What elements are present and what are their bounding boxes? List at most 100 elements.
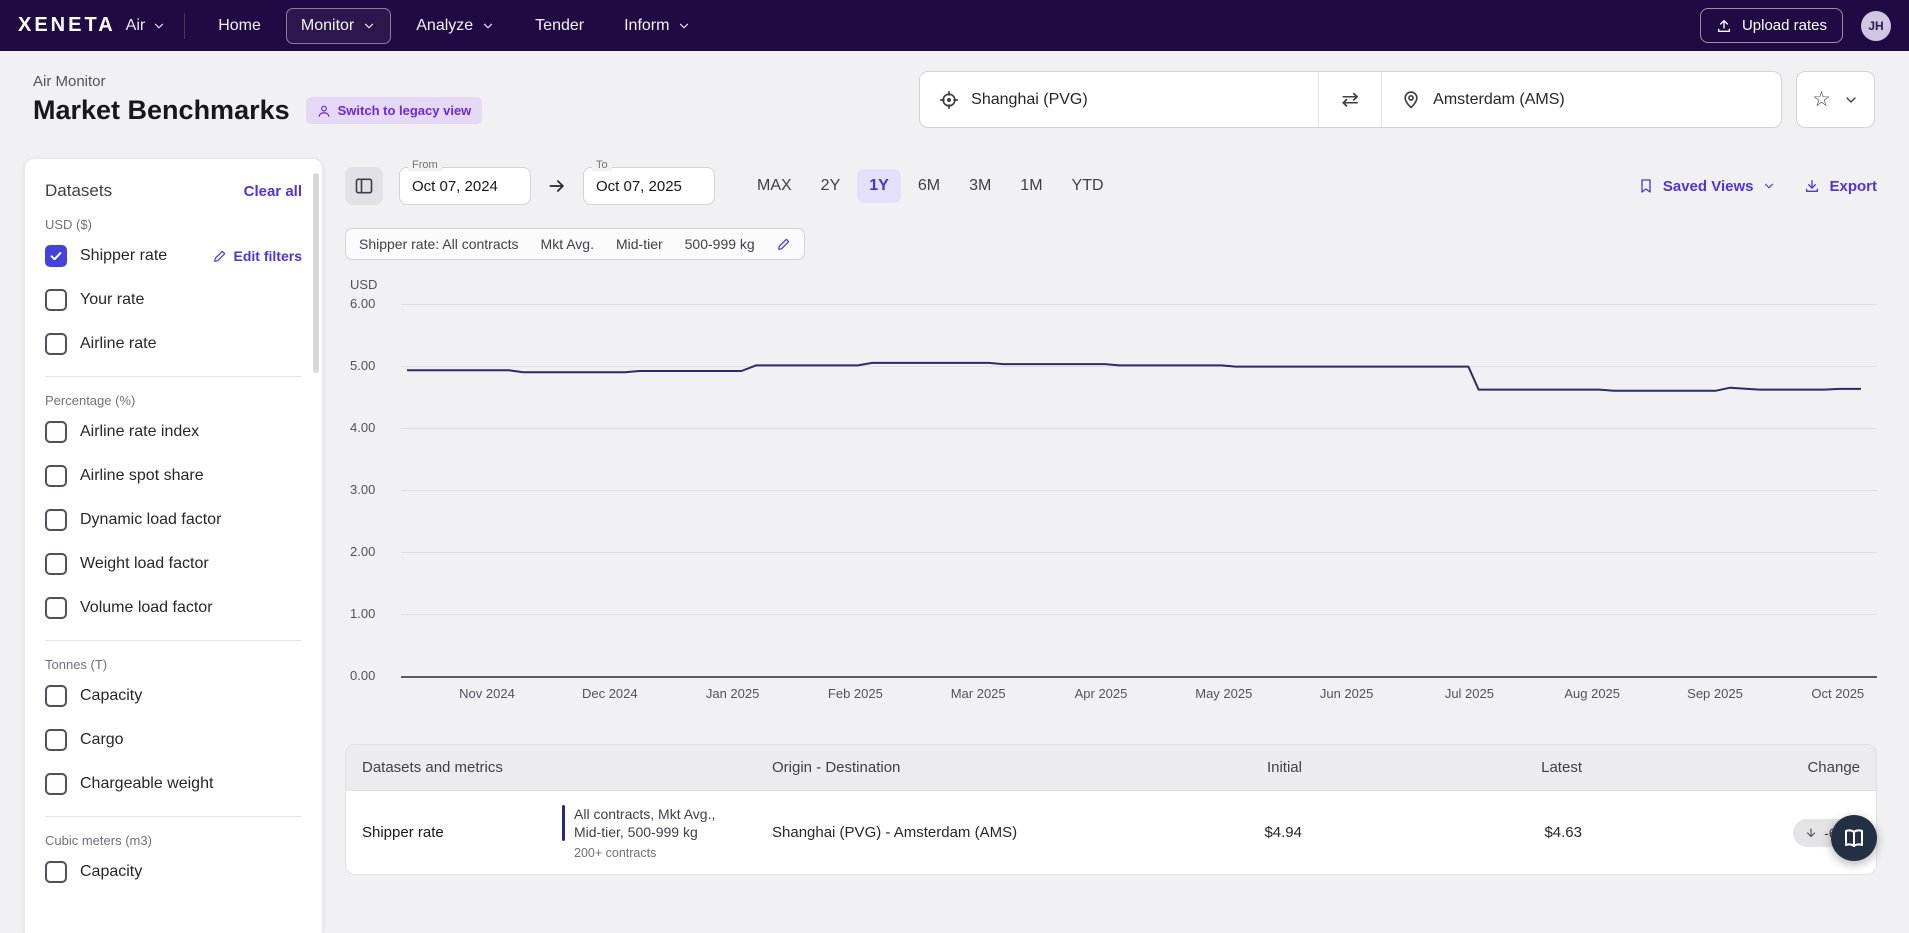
product-switcher[interactable]: Air <box>126 17 167 35</box>
destination-input[interactable]: Amsterdam (AMS) <box>1382 72 1781 127</box>
chevron-down-icon[interactable] <box>1843 92 1859 108</box>
datasets-panel-title: Datasets <box>45 181 113 200</box>
star-icon[interactable]: ☆ <box>1812 89 1831 110</box>
chevron-down-icon <box>481 19 495 33</box>
group-divider <box>45 640 302 641</box>
nav-item-analyze[interactable]: Analyze <box>401 8 510 44</box>
col-header-latest: Latest <box>1541 759 1582 776</box>
page-header: Air Monitor Market Benchmarks Switch to … <box>0 51 1909 158</box>
switch-legacy-view-button[interactable]: Switch to legacy view <box>305 97 483 124</box>
checkbox[interactable] <box>45 421 67 443</box>
range-button-1m[interactable]: 1M <box>1008 169 1054 203</box>
chart-controls: From Oct 07, 2024 To Oct 07, 2025 MAX 2Y 1… <box>345 159 1877 206</box>
dataset-label: Your rate <box>80 291 145 308</box>
panel-left-icon <box>354 176 374 196</box>
nav-item-monitor[interactable]: Monitor <box>285 7 392 44</box>
dataset-checkbox-capacity[interactable]: Capacity <box>45 850 302 894</box>
dataset-checkbox-shipper-rate[interactable]: Shipper rate Edit filters <box>45 234 302 278</box>
active-filter-chip[interactable]: Shipper rate: All contracts Mkt Avg. Mid-… <box>345 228 805 260</box>
upload-rates-button[interactable]: Upload rates <box>1699 8 1843 43</box>
col-header-origin-destination: Origin - Destination <box>772 759 901 776</box>
dataset-checkbox-your-rate[interactable]: Your rate <box>45 278 302 322</box>
dataset-checkbox-airline-rate-index[interactable]: Airline rate index <box>45 410 302 454</box>
y-tick-label: 0.00 <box>350 668 376 683</box>
dataset-checkbox-cargo[interactable]: Cargo <box>45 718 302 762</box>
checkbox[interactable] <box>45 289 67 311</box>
export-button[interactable]: Export <box>1804 178 1877 195</box>
crosshair-location-icon <box>939 90 959 110</box>
dataset-checkbox-dynamic-load-factor[interactable]: Dynamic load factor <box>45 498 302 542</box>
row-change: -6% <box>1582 818 1860 847</box>
checkbox[interactable] <box>45 465 67 487</box>
range-button-max[interactable]: MAX <box>745 169 804 203</box>
nav-item-label: Home <box>218 16 261 34</box>
dataset-group-label-percentage: Percentage (%) <box>45 393 136 408</box>
nav-item-label: Monitor <box>300 16 355 34</box>
range-button-ytd[interactable]: YTD <box>1060 169 1116 203</box>
saved-views-button[interactable]: Saved Views <box>1638 178 1777 195</box>
swap-icon: ⇄ <box>1341 88 1359 111</box>
nav-item-tender[interactable]: Tender <box>520 8 599 44</box>
x-tick-label: Jul 2025 <box>1444 686 1494 701</box>
table-row[interactable]: Shipper rate All contracts, Mkt Avg., Mid-… <box>346 791 1876 874</box>
dataset-checkbox-airline-rate[interactable]: Airline rate <box>45 322 302 366</box>
clear-all-button[interactable]: Clear all <box>244 183 302 200</box>
nav-item-inform[interactable]: Inform <box>609 8 706 44</box>
checkbox[interactable] <box>45 333 67 355</box>
avatar[interactable]: JH <box>1861 10 1891 41</box>
dataset-label: Chargeable weight <box>80 775 214 792</box>
sidebar-scrollbar[interactable] <box>313 173 319 373</box>
date-from-input[interactable]: From Oct 07, 2024 <box>399 159 531 205</box>
x-tick-label: Mar 2025 <box>950 686 1006 701</box>
checkbox[interactable] <box>45 597 67 619</box>
range-button-1y[interactable]: 1Y <box>857 169 901 203</box>
checkbox[interactable] <box>45 509 67 531</box>
book-icon <box>1842 826 1866 850</box>
origin-input[interactable]: Shanghai (PVG) <box>920 72 1320 127</box>
filter-chip-segments: Mkt Avg. Mid-tier 500-999 kg <box>541 236 755 252</box>
checkbox[interactable] <box>45 245 67 267</box>
dataset-group-label-usd: USD ($) <box>45 217 92 232</box>
checkbox[interactable] <box>45 553 67 575</box>
dataset-label: Airline rate <box>80 335 157 352</box>
range-button-3m[interactable]: 3M <box>957 169 1003 203</box>
nav-item-label: Inform <box>624 16 670 34</box>
edit-filters-button[interactable]: Edit filters <box>213 248 302 264</box>
origin-value: Shanghai (PVG) <box>971 90 1088 108</box>
date-to-input[interactable]: To Oct 07, 2025 <box>583 159 715 205</box>
collapse-sidebar-button[interactable] <box>345 167 383 205</box>
range-button-2y[interactable]: 2Y <box>809 169 853 203</box>
help-resources-button[interactable] <box>1831 815 1877 861</box>
filter-chip-label: Shipper rate: All contracts <box>359 236 519 252</box>
dataset-checkbox-capacity[interactable]: Capacity <box>45 674 302 718</box>
x-axis-line <box>401 676 1877 678</box>
dataset-checkbox-volume-load-factor[interactable]: Volume load factor <box>45 586 302 630</box>
metrics-line: Mid-tier, 500-999 kg <box>574 824 698 840</box>
checkbox[interactable] <box>45 861 67 883</box>
checkbox[interactable] <box>45 729 67 751</box>
dataset-label: Shipper rate <box>80 247 168 264</box>
y-tick-label: 6.00 <box>350 296 376 311</box>
chevron-down-icon <box>152 19 166 33</box>
pencil-icon[interactable] <box>777 237 791 251</box>
row-route: Shanghai (PVG) - Amsterdam (AMS) <box>772 824 1018 841</box>
chevron-down-icon <box>362 19 376 33</box>
checkbox[interactable] <box>45 773 67 795</box>
y-tick-label: 3.00 <box>350 482 376 497</box>
swap-route-button[interactable]: ⇄ <box>1319 72 1383 127</box>
dataset-checkbox-weight-load-factor[interactable]: Weight load factor <box>45 542 302 586</box>
upload-rates-label: Upload rates <box>1741 17 1827 34</box>
dataset-group-label-tonnes-t: Tonnes (T) <box>45 657 108 672</box>
dataset-checkbox-airline-spot-share[interactable]: Airline spot share <box>45 454 302 498</box>
product-label: Air <box>125 16 146 34</box>
nav-item-home[interactable]: Home <box>203 8 276 44</box>
upload-icon <box>1716 18 1732 34</box>
check-icon <box>49 249 63 263</box>
xeneta-logo[interactable]: XENETA <box>18 14 116 37</box>
dataset-checkbox-chargeable-weight[interactable]: Chargeable weight <box>45 762 302 806</box>
dataset-label: Volume load factor <box>80 599 213 616</box>
benchmarks-table: Datasets and metrics Origin - Destination… <box>345 744 1877 875</box>
dataset-label: Cargo <box>80 731 124 748</box>
checkbox[interactable] <box>45 685 67 707</box>
range-button-6m[interactable]: 6M <box>906 169 952 203</box>
